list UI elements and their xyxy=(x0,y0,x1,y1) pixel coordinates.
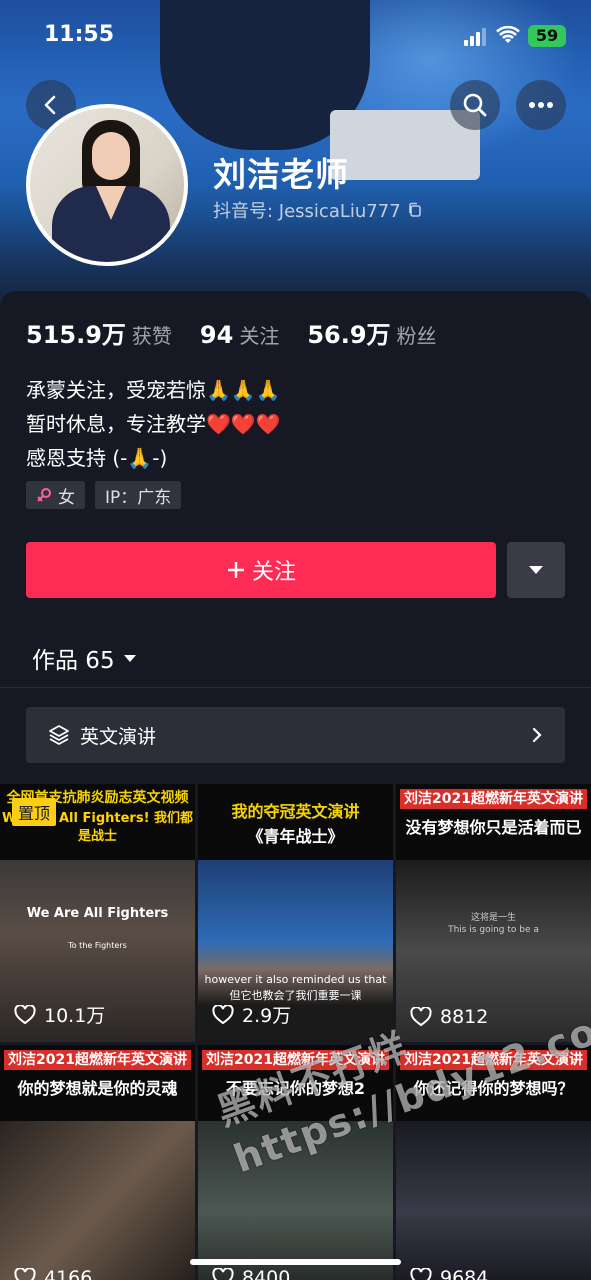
heart-icon xyxy=(410,1268,432,1280)
heart-icon xyxy=(212,1004,234,1024)
gender-tag: 女 xyxy=(26,481,85,509)
caret-down-icon xyxy=(529,566,543,574)
likes-count: 8400 xyxy=(242,1267,291,1280)
bio-line: 感恩支持 (-🙏-) xyxy=(26,446,168,470)
douyin-id-text: 抖音号: JessicaLiu777 xyxy=(213,201,401,222)
video-likes: 9684 xyxy=(410,1267,488,1280)
stat-likes[interactable]: 515.9万 获赞 xyxy=(26,315,172,350)
likes-count: 10.1万 xyxy=(44,1005,106,1027)
stat-label: 粉丝 xyxy=(396,324,437,348)
tab-works[interactable]: 作品 65 xyxy=(32,641,137,675)
tab-divider xyxy=(0,687,591,688)
video-title-line1: 刘洁2021超燃新年英文演讲 xyxy=(400,789,587,809)
video-likes: 2.9万 xyxy=(212,1001,291,1028)
search-button[interactable] xyxy=(450,80,500,130)
video-caption: This is going to be a xyxy=(448,925,539,935)
wifi-icon xyxy=(496,25,520,49)
collection-label: 英文演讲 xyxy=(80,725,157,748)
copy-icon xyxy=(408,202,421,217)
profile-avatar[interactable] xyxy=(26,104,188,266)
stat-followers[interactable]: 56.9万 粉丝 xyxy=(307,315,436,350)
video-caption: To the Fighters xyxy=(68,941,127,950)
likes-count: 4166 xyxy=(44,1267,93,1280)
stat-value: 94 xyxy=(199,321,234,349)
works-tab-label: 作品 65 xyxy=(32,648,115,674)
heart-icon xyxy=(212,1268,234,1280)
video-likes: 8400 xyxy=(212,1267,290,1280)
video-tile[interactable]: 刘洁2021超燃新年英文演讲 你的梦想就是你的灵魂 4166 xyxy=(0,1045,195,1280)
caret-down-icon xyxy=(123,654,136,662)
video-title-line2: 你的梦想就是你的灵魂 xyxy=(17,1079,178,1098)
follow-dropdown-button[interactable] xyxy=(507,542,565,598)
video-caption: however it also reminded us that xyxy=(204,973,387,986)
more-options-button[interactable] xyxy=(516,80,566,130)
video-likes: 4166 xyxy=(14,1267,92,1280)
profile-bio: 承蒙关注，受宠若惊🙏🙏🙏 暂时休息，专注教学❤️❤️❤️ 感恩支持 (-🙏-) xyxy=(26,373,281,475)
video-tile[interactable]: 全网首支抗肺炎励志英文视频 We Are All Fighters! 我们都是战… xyxy=(0,784,195,1042)
stat-value: 56.9万 xyxy=(307,321,391,349)
heart-icon xyxy=(14,1268,36,1280)
battery-indicator: 59 xyxy=(528,25,566,47)
video-title-line2: 《青年战士》 xyxy=(247,827,344,846)
home-indicator[interactable] xyxy=(190,1259,401,1265)
search-icon xyxy=(463,93,487,117)
likes-count: 9684 xyxy=(440,1267,489,1280)
stat-value: 515.9万 xyxy=(26,321,126,349)
pinned-badge: 置顶 xyxy=(12,798,57,826)
heart-icon xyxy=(14,1004,36,1024)
ip-location-tag: IP：广东 xyxy=(95,481,182,509)
plus-icon xyxy=(227,562,244,578)
video-likes: 10.1万 xyxy=(14,1001,105,1028)
stat-following[interactable]: 94 关注 xyxy=(200,320,279,349)
bio-line: 暂时休息，专注教学❤️❤️❤️ xyxy=(26,412,281,436)
profile-stats: 515.9万 获赞 94 关注 56.9万 粉丝 xyxy=(26,315,465,350)
video-tile[interactable]: 我的夺冠英文演讲 《青年战士》 however it also reminded… xyxy=(198,784,393,1042)
profile-name: 刘洁老师 xyxy=(213,155,349,194)
layers-icon xyxy=(49,725,69,745)
status-bar: 11:55 59 xyxy=(0,22,591,52)
chevron-right-icon xyxy=(532,727,542,743)
bio-line: 承蒙关注，受宠若惊🙏🙏🙏 xyxy=(26,378,281,402)
cellular-signal-icon xyxy=(464,28,488,46)
video-title-line1: 我的夺冠英文演讲 xyxy=(231,802,360,821)
douyin-id[interactable]: 抖音号: JessicaLiu777 xyxy=(213,197,423,223)
video-title-line1: 刘洁2021超燃新年英文演讲 xyxy=(4,1050,191,1070)
follow-button[interactable]: 关注 xyxy=(26,542,496,598)
stat-label: 关注 xyxy=(239,324,280,348)
video-caption: We Are All Fighters xyxy=(26,906,169,921)
female-icon xyxy=(37,488,51,502)
stat-label: 获赞 xyxy=(131,324,172,348)
status-time: 11:55 xyxy=(44,22,115,47)
follow-label: 关注 xyxy=(251,560,296,585)
likes-count: 2.9万 xyxy=(242,1005,292,1027)
collection-english-speech[interactable]: 英文演讲 xyxy=(26,707,565,763)
gender-text: 女 xyxy=(58,487,75,508)
video-title-line2: 没有梦想你只是活着而已 xyxy=(405,818,582,837)
ip-location-text: IP：广东 xyxy=(105,487,172,508)
more-dots-icon xyxy=(529,102,553,108)
profile-tags: 女 IP：广东 xyxy=(26,481,182,509)
